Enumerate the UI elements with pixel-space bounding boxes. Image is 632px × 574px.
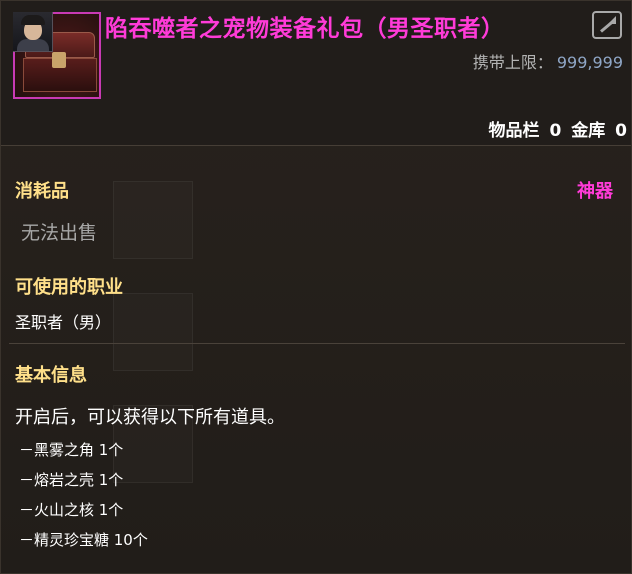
- inventory-count: 0: [549, 121, 562, 141]
- bank-label: 金库: [571, 121, 606, 141]
- bank-count: 0: [615, 121, 627, 141]
- item-type: 消耗品: [15, 181, 69, 202]
- item-rarity: 神器: [577, 181, 613, 202]
- background-panel: [113, 293, 193, 371]
- reward-item: －黑雾之角 1个: [19, 441, 124, 459]
- background-panel: [113, 181, 193, 259]
- reward-item: －火山之核 1个: [19, 501, 124, 519]
- character-avatar-icon: [13, 12, 53, 52]
- tradability-status: 无法出售: [21, 222, 98, 244]
- storage-count: 物品栏 0 金库 0: [485, 116, 627, 141]
- basic-info-title: 基本信息: [15, 365, 87, 386]
- reward-item: －熔岩之壳 1个: [19, 471, 124, 489]
- carry-limit-label: 携带上限：: [472, 53, 553, 72]
- share-icon[interactable]: [592, 11, 622, 39]
- reward-item: －精灵珍宝糖 10个: [19, 531, 148, 549]
- carry-limit-value: 999,999: [556, 53, 623, 72]
- open-description: 开启后，可以获得以下所有道具。: [15, 407, 285, 428]
- usable-jobs-value: 圣职者（男）: [15, 313, 112, 332]
- carry-limit: 携带上限： 999,999: [473, 49, 623, 73]
- item-name: 陷吞噬者之宠物装备礼包（男圣职者）: [105, 16, 505, 42]
- inventory-label: 物品栏: [488, 121, 540, 141]
- section-divider: [9, 343, 625, 344]
- usable-jobs-title: 可使用的职业: [15, 277, 123, 298]
- item-tooltip: 陷吞噬者之宠物装备礼包（男圣职者） 携带上限： 999,999 物品栏 0 金库 …: [0, 0, 632, 574]
- tooltip-header: 陷吞噬者之宠物装备礼包（男圣职者） 携带上限： 999,999 物品栏 0 金库 …: [1, 1, 631, 146]
